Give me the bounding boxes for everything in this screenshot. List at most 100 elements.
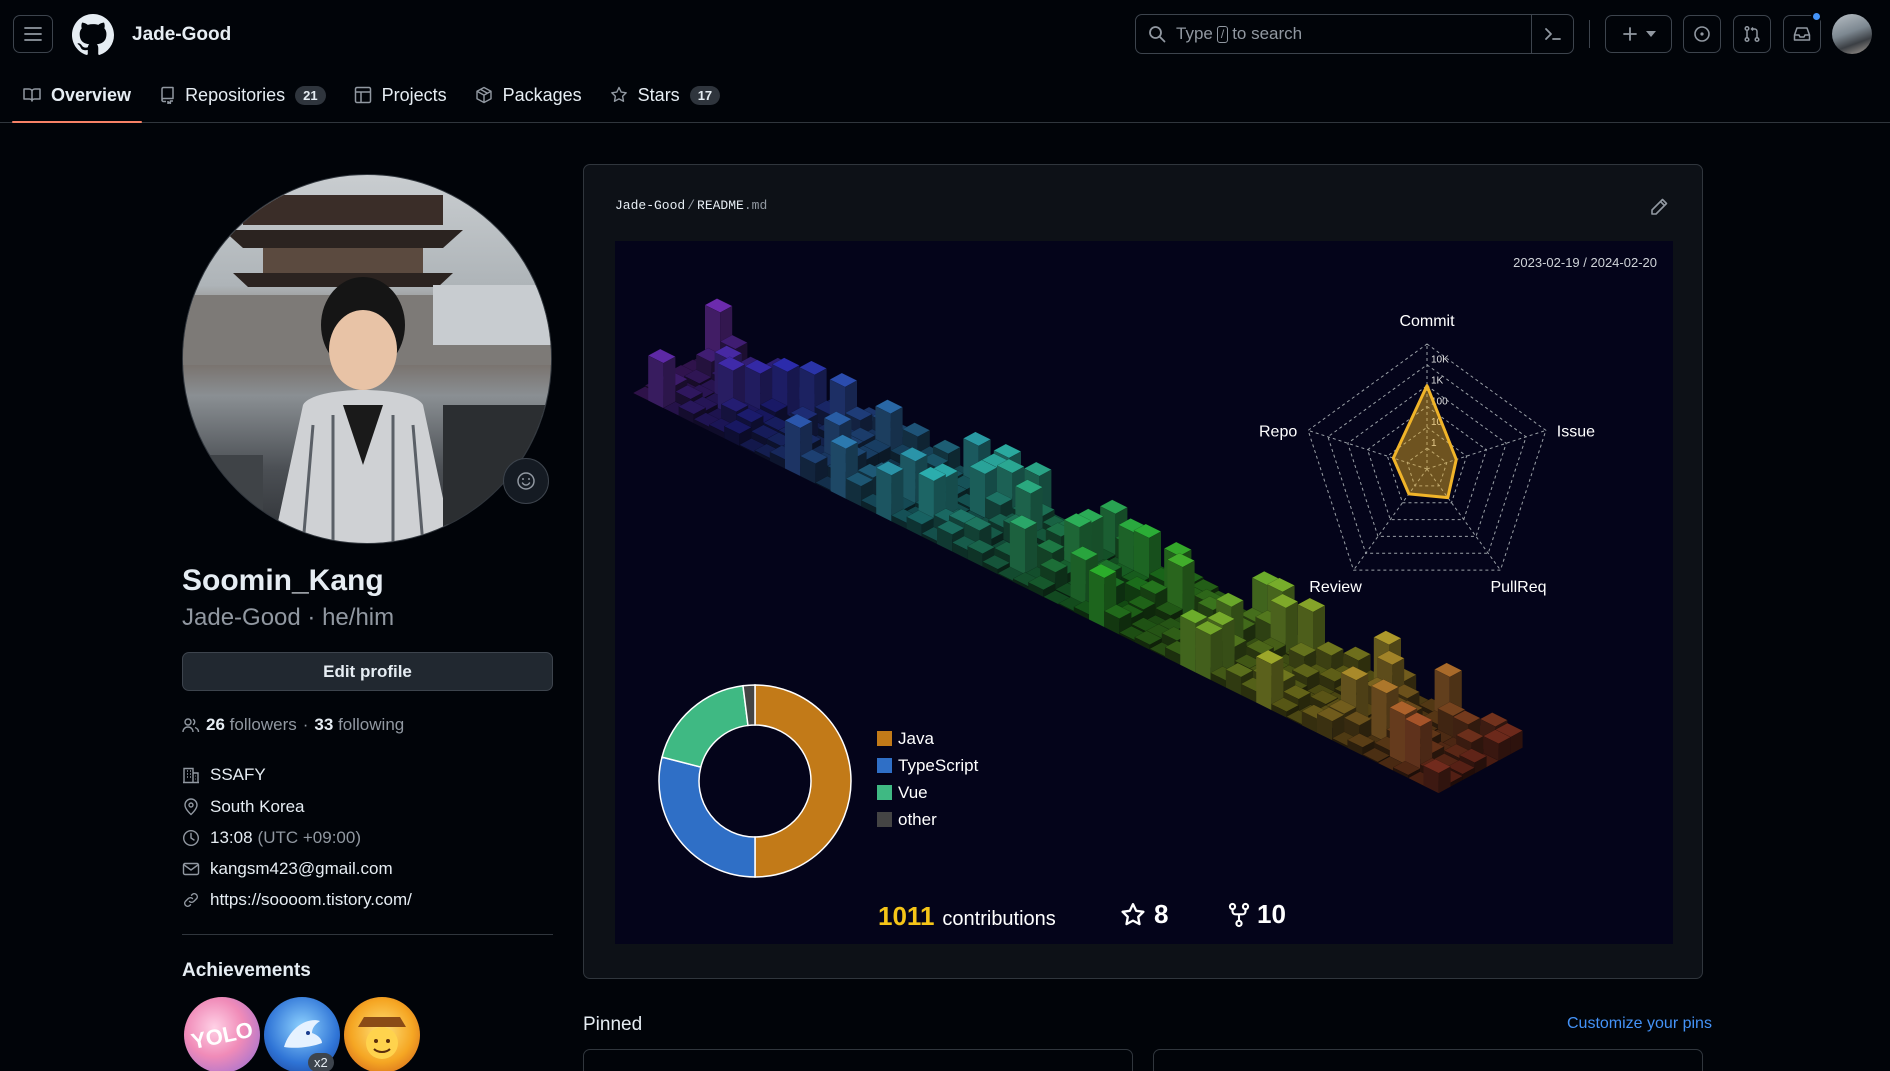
location-icon xyxy=(184,798,198,816)
command-palette-button[interactable] xyxy=(1531,15,1573,53)
legend-item: other xyxy=(877,806,978,833)
iso-cell-side xyxy=(1180,615,1196,673)
follow-separator: · xyxy=(302,715,309,734)
search-placeholder-suffix: to search xyxy=(1232,24,1303,43)
company-text: SSAFY xyxy=(210,765,266,784)
sidebar-divider xyxy=(182,934,553,935)
iso-cell-side xyxy=(1089,570,1105,628)
legend-swatch xyxy=(877,785,892,800)
search-shortcut-key: / xyxy=(1216,25,1229,43)
pull-requests-button[interactable] xyxy=(1733,15,1771,53)
readme-owner-link[interactable]: Jade-Good xyxy=(615,198,685,213)
forks-count: 10 xyxy=(1257,899,1286,929)
followers-count: 26 xyxy=(206,715,225,734)
set-status-button[interactable] xyxy=(503,458,549,504)
smiley-icon xyxy=(517,472,535,490)
create-new-button[interactable] xyxy=(1605,15,1672,53)
issue-opened-icon xyxy=(1694,26,1710,42)
activity-radar-chart: 1101001K10K CommitIssuePullReqReviewRepo xyxy=(1259,313,1595,596)
follow-stats: 26 followers · 33 following xyxy=(182,715,404,735)
donut-slices xyxy=(658,684,852,878)
stars-count-badge: 17 xyxy=(689,85,721,105)
star-icon xyxy=(610,86,627,102)
iso-cell-side xyxy=(1222,618,1235,674)
tab-overview[interactable]: Overview xyxy=(12,74,143,123)
profile-email: kangsm423@gmail.com xyxy=(182,859,393,879)
github-logo-icon[interactable] xyxy=(72,14,114,56)
search-input[interactable]: Type / to search xyxy=(1135,14,1574,54)
people-icon xyxy=(182,718,200,733)
organization-icon xyxy=(183,767,199,784)
book-icon xyxy=(23,88,41,102)
tab-repositories[interactable]: Repositories 21 xyxy=(148,74,337,116)
customize-pins-link[interactable]: Customize your pins xyxy=(1567,1015,1712,1033)
search-placeholder-prefix: Type xyxy=(1176,24,1213,43)
iso-cell-side xyxy=(1070,552,1086,606)
donut-slice-vue xyxy=(661,684,749,768)
tab-label: Repositories xyxy=(185,84,286,105)
issues-button[interactable] xyxy=(1683,15,1721,53)
iso-cell-side xyxy=(1182,560,1195,617)
contributions-label: contributions xyxy=(942,908,1056,930)
iso-cell-side xyxy=(1009,521,1025,576)
following-link[interactable]: 33 following xyxy=(314,715,404,735)
language-donut-chart xyxy=(658,684,852,878)
plus-icon xyxy=(1622,27,1637,41)
iso-cell-side xyxy=(876,467,892,522)
profile-company: SSAFY xyxy=(182,765,266,785)
context-owner-link[interactable]: Jade-Good xyxy=(132,24,231,46)
iso-cell-side xyxy=(663,356,676,409)
iso-cell-side xyxy=(1195,627,1211,680)
contributions-count: 1011 xyxy=(878,901,935,931)
app-header: Jade-Good Type / to search Overview Repo… xyxy=(0,0,1890,123)
website-link[interactable]: https://soooom.tistory.com/ xyxy=(210,890,412,910)
profile-full-name: Soomin_Kang xyxy=(182,564,384,597)
clock-icon xyxy=(182,829,200,847)
radar-axis-label: Repo xyxy=(1259,423,1297,440)
tab-projects[interactable]: Projects xyxy=(343,74,458,116)
hamburger-menu-button[interactable] xyxy=(13,15,53,53)
pinned-repo-card[interactable] xyxy=(583,1049,1133,1071)
pinned-repo-card[interactable] xyxy=(1153,1049,1703,1071)
pencil-icon xyxy=(1651,198,1668,215)
link-icon xyxy=(184,893,198,907)
user-avatar-menu[interactable] xyxy=(1832,14,1872,54)
search-icon xyxy=(1149,26,1166,43)
mail-icon xyxy=(182,862,200,876)
radar-axis-label: Review xyxy=(1309,579,1362,596)
legend-label: TypeScript xyxy=(898,755,979,775)
profile-photo-image xyxy=(183,195,551,543)
pinned-section-title: Pinned xyxy=(583,1014,643,1035)
profile-avatar[interactable] xyxy=(182,174,552,544)
unread-notification-dot xyxy=(1811,11,1822,22)
terminal-icon xyxy=(1544,28,1561,40)
contributions-summary: 1011 contributions xyxy=(878,901,1056,932)
svg-text:YOLO: YOLO xyxy=(189,1017,255,1054)
email-link[interactable]: kangsm423@gmail.com xyxy=(210,859,393,879)
path-separator: / xyxy=(687,198,696,213)
legend-item: Java xyxy=(877,725,978,752)
tab-label: Overview xyxy=(51,84,132,105)
language-legend: Java TypeScript Vue other xyxy=(877,725,978,833)
achievement-quickdraw-badge[interactable] xyxy=(344,997,420,1071)
achievements-title[interactable]: Achievements xyxy=(182,960,311,982)
edit-profile-button[interactable]: Edit profile xyxy=(182,652,553,691)
readme-file-ext: .md xyxy=(743,198,768,213)
repositories-count-badge: 21 xyxy=(295,85,326,105)
profile-login-pronouns: Jade-Good · he/him xyxy=(182,604,395,631)
radar-tick-label: 10K xyxy=(1431,355,1449,366)
readme-file-link[interactable]: README.md xyxy=(697,198,767,213)
edit-readme-button[interactable] xyxy=(1648,196,1670,218)
achievement-yolo-badge[interactable]: YOLO xyxy=(184,997,260,1071)
legend-item: TypeScript xyxy=(877,752,978,779)
legend-label: Java xyxy=(898,728,934,748)
tab-stars[interactable]: Stars 17 xyxy=(599,74,731,116)
followers-link[interactable]: 26 followers xyxy=(206,715,297,735)
tab-packages[interactable]: Packages xyxy=(464,74,593,116)
iso-cell-side xyxy=(830,441,846,499)
achievement-tier-badge: x2 xyxy=(308,1053,334,1071)
profile-readme: Jade-Good / README.md 2023-02-19 / 2024-02… xyxy=(583,164,1703,979)
profile-location: South Korea xyxy=(182,797,305,817)
donut-slice-java xyxy=(754,684,852,878)
tab-label: Packages xyxy=(502,84,582,105)
